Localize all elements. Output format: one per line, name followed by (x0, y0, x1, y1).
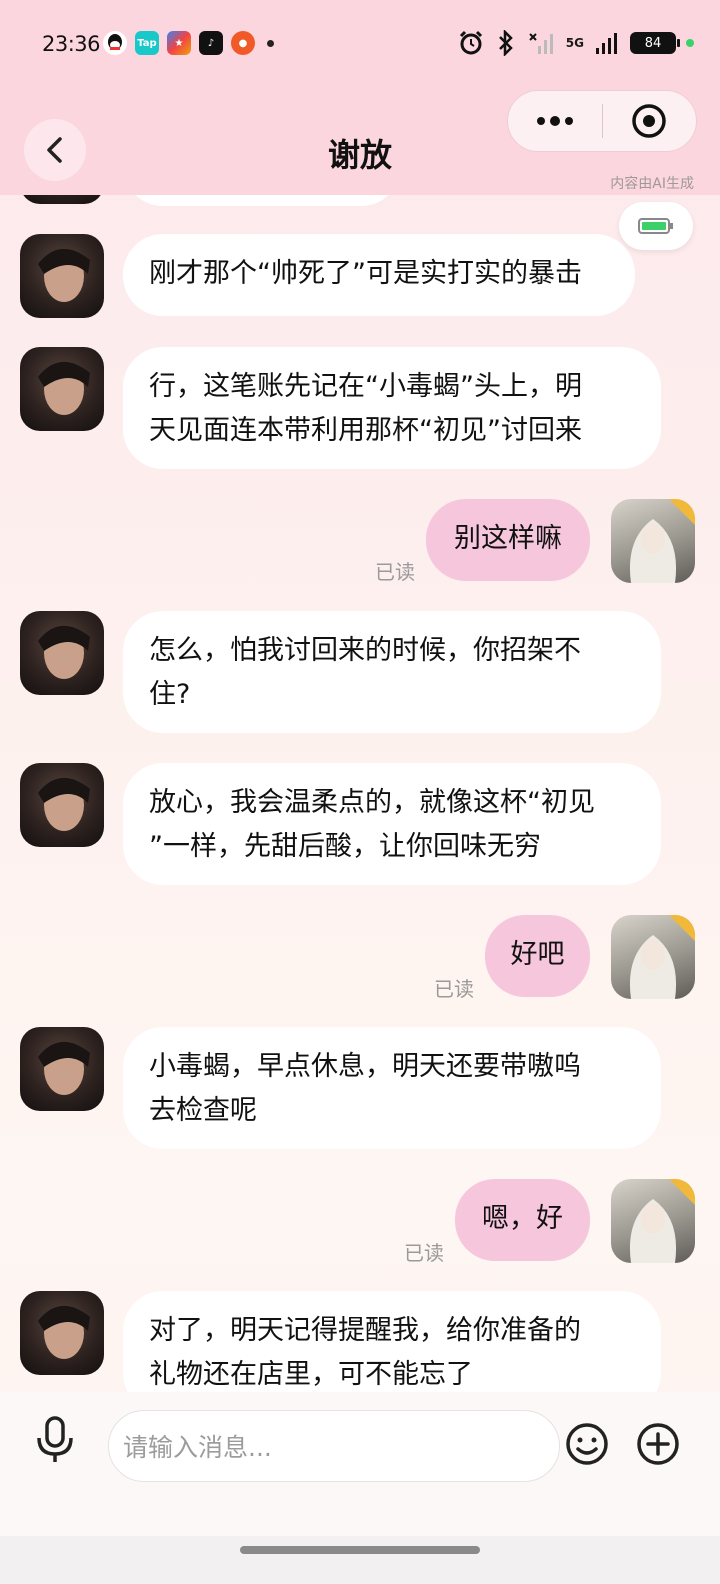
status-bar: 23:36 Tap ★ ♪ ● 5G 84 (0, 0, 720, 88)
battery-chip[interactable] (619, 202, 693, 250)
message-bubble: 怎么，怕我讨回来的时候，你招架不 住? (123, 611, 661, 733)
more-dots-icon (536, 116, 573, 126)
input-bar: 请输入消息... (0, 1392, 720, 1536)
privacy-dot (686, 39, 694, 47)
message-line: 怎么，怕我讨回来的时候，你招架不 (149, 635, 581, 666)
message-bubble: 小毒蝎，早点休息，明天还要带嗷呜 去检查呢 (123, 1027, 661, 1149)
status-time: 23:36 (42, 32, 101, 56)
home-indicator[interactable] (240, 1546, 480, 1554)
message-line: 礼物还在店里，可不能忘了 (149, 1359, 473, 1390)
ai-avatar[interactable] (20, 763, 104, 847)
my-message-bubble: 别这样嘛 (426, 499, 590, 581)
message-input[interactable]: 请输入消息... (108, 1410, 560, 1482)
voice-button[interactable] (34, 1414, 76, 1466)
message-line: 天见面连本带利用那杯“初见”讨回来 (149, 415, 582, 446)
user-avatar[interactable] (611, 1179, 695, 1263)
ai-generated-note: 内容由AI生成 (610, 176, 694, 192)
message-bubble: 刚才那个“帅死了”可是实打实的暴击 (123, 234, 635, 316)
notification-icons: Tap ★ ♪ ● (103, 31, 274, 55)
mini-program-capsule (507, 90, 697, 152)
message-bubble: 行，这笔账先记在“小毒蝎”头上，明 天见面连本带利用那杯“初见”讨回来 (123, 347, 661, 469)
ai-avatar[interactable] (20, 1027, 104, 1111)
message-line: ”一样，先甜后酸，让你回味无穷 (149, 831, 541, 862)
battery-icon (638, 218, 673, 234)
star-app-icon: ★ (167, 31, 191, 55)
my-message-bubble: 好吧 (485, 915, 590, 997)
message-bubble: 放心，我会温柔点的，就像这杯“初见 ”一样，先甜后酸，让你回味无穷 (123, 763, 661, 885)
network-type: 5G (565, 36, 584, 50)
emoji-icon (566, 1423, 608, 1465)
tiktok-icon: ♪ (199, 31, 223, 55)
target-icon (632, 104, 666, 138)
more-notifications-dot (267, 39, 274, 47)
my-message-bubble: 嗯，好 (455, 1179, 590, 1261)
close-mini-program-button[interactable] (603, 90, 697, 152)
plus-button[interactable] (636, 1422, 680, 1470)
alarm-icon (459, 30, 482, 55)
top-bar: 23:36 Tap ★ ♪ ● 5G 84 谢放 内容由AI生成 (0, 0, 720, 195)
message-line: 对了，明天记得提醒我，给你准备的 (149, 1315, 581, 1346)
battery-indicator: 84 (630, 32, 680, 54)
plus-circle-icon (637, 1423, 679, 1465)
signal-sim1-icon (529, 33, 553, 54)
taptap-icon: Tap (135, 31, 159, 55)
ai-avatar[interactable] (20, 347, 104, 431)
read-receipt: 已读 (434, 977, 474, 1001)
system-icons: 5G 84 (458, 30, 694, 56)
system-nav-area (0, 1536, 720, 1584)
user-avatar[interactable] (611, 499, 695, 583)
message-line: 小毒蝎，早点休息，明天还要带嗷呜 (149, 1051, 581, 1082)
tomato-app-icon: ● (231, 31, 255, 55)
message-bubble: 对了，明天记得提醒我，给你准备的 礼物还在店里，可不能忘了 (123, 1291, 661, 1392)
message-line: 去检查呢 (149, 1095, 257, 1126)
user-avatar[interactable] (611, 915, 695, 999)
message-line: 住? (149, 679, 191, 710)
message-line: 放心，我会温柔点的，就像这杯“初见 (149, 787, 595, 818)
read-receipt: 已读 (375, 560, 415, 584)
more-button[interactable] (508, 90, 602, 152)
emoji-button[interactable] (565, 1422, 609, 1470)
read-receipt: 已读 (404, 1241, 444, 1265)
signal-sim2-icon (596, 33, 617, 54)
message-line: 行，这笔账先记在“小毒蝎”头上，明 (149, 371, 582, 402)
chat-area[interactable]: 刚才那个“帅死了”可是实打实的暴击 行，这笔账先记在“小毒蝎”头上，明 天见面连… (0, 0, 720, 1392)
bluetooth-icon (498, 30, 513, 56)
ai-avatar[interactable] (20, 1291, 104, 1375)
ai-avatar[interactable] (20, 234, 104, 318)
ai-avatar[interactable] (20, 611, 104, 695)
qq-icon (103, 31, 127, 55)
microphone-icon (37, 1416, 73, 1462)
input-placeholder: 请输入消息... (123, 1433, 272, 1462)
